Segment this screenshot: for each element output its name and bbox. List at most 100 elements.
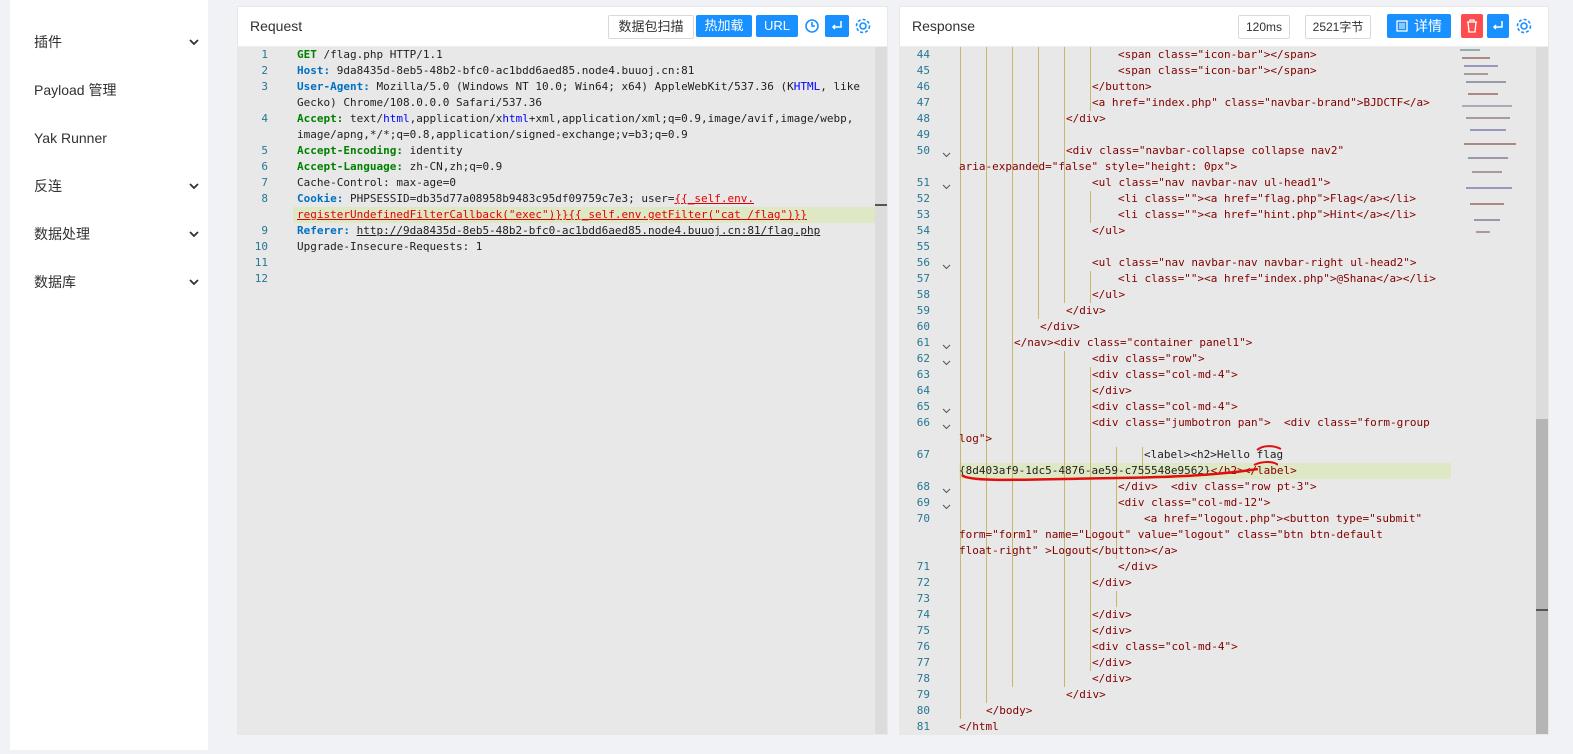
list-icon xyxy=(1396,20,1408,32)
request-line: GET /flag.php HTTP/1.1 xyxy=(297,48,443,61)
code-line: <div class="navbar-collapse collapse nav… xyxy=(1066,144,1345,157)
fold-chevron-icon[interactable] xyxy=(942,422,951,431)
code-line: <ul class="nav navbar-nav navbar-right u… xyxy=(1092,256,1417,269)
code-line: aria-expanded="false" style="height: 0px… xyxy=(959,160,1238,173)
url-button[interactable]: URL xyxy=(756,15,798,37)
request-line: Cookie: PHPSESSID=db35d77a08958b9483c95d… xyxy=(297,192,754,205)
code-line: <div class="row"> xyxy=(1092,352,1205,365)
sidebar-item-data-processing[interactable]: 数据处理 xyxy=(34,222,199,246)
panel-title: Request xyxy=(250,18,303,34)
request-header: Request 数据包扫描 热加载 URL xyxy=(238,7,887,47)
enter-icon xyxy=(1492,21,1503,30)
request-line: Referer: http://9da8435d-8eb5-48b2-bfc0-… xyxy=(297,224,821,237)
request-line: image/apng,*/*;q=0.8,application/signed-… xyxy=(297,128,688,141)
line-number: 5 xyxy=(261,144,268,157)
code-line: </div> xyxy=(1092,624,1132,637)
line-number: 64 xyxy=(916,384,930,397)
history-icon[interactable] xyxy=(801,15,823,37)
ssti-payload: registerUndefinedFilterCallback("exec")}… xyxy=(297,208,807,221)
delete-button[interactable] xyxy=(1461,14,1483,38)
line-number: 63 xyxy=(916,368,930,381)
fold-chevron-icon[interactable] xyxy=(942,406,951,415)
code-line: <span class="icon-bar"></span> xyxy=(1118,48,1317,61)
delete-icon xyxy=(1467,19,1477,33)
line-number: 59 xyxy=(916,304,930,317)
code-line: </nav><div class="container panel1"> xyxy=(1014,336,1253,349)
line-number: 67 xyxy=(916,448,930,461)
sidebar-item-label: 数据库 xyxy=(34,274,76,290)
line-number: 71 xyxy=(916,560,930,573)
code-line: </div> xyxy=(1066,688,1106,701)
line-number: 51 xyxy=(916,176,930,189)
sidebar-item-payload[interactable]: Payload 管理 xyxy=(34,78,199,102)
sidebar-item-reverse[interactable]: 反连 xyxy=(34,174,199,198)
line-number: 61 xyxy=(916,336,930,349)
fold-chevron-icon[interactable] xyxy=(942,358,951,367)
minimap[interactable] xyxy=(1456,47,1534,237)
line-number: 75 xyxy=(916,624,930,637)
fold-chevron-icon[interactable] xyxy=(942,182,951,191)
line-number: 62 xyxy=(916,352,930,365)
request-editor[interactable]: 1 GET /flag.php HTTP/1.1 2 Host: 9da8435… xyxy=(238,47,887,734)
line-number: 50 xyxy=(916,144,930,157)
line-number: 57 xyxy=(916,272,930,285)
line-number: 4 xyxy=(261,112,268,125)
code-line: <div class="jumbotron pan"> <div class="… xyxy=(1092,416,1430,429)
fold-chevron-icon[interactable] xyxy=(942,262,951,271)
line-number: 8 xyxy=(261,192,268,205)
sidebar-item-label: Yak Runner xyxy=(34,130,107,146)
request-line: User-Agent: Mozilla/5.0 (Windows NT 10.0… xyxy=(297,80,860,93)
chevron-down-icon xyxy=(189,183,199,190)
code-line: <div class="col-md-4"> xyxy=(1092,368,1238,381)
code-line: </ul> xyxy=(1092,288,1126,301)
panel-title: Response xyxy=(912,18,976,34)
sidebar-item-label: 插件 xyxy=(34,34,62,50)
sidebar-item-label: 反连 xyxy=(34,178,62,194)
line-number: 47 xyxy=(916,96,930,109)
line-number: 58 xyxy=(916,288,930,301)
code-line: </div> xyxy=(1092,656,1132,669)
line-number: 72 xyxy=(916,576,930,589)
code-line: <span class="icon-bar"></span> xyxy=(1118,64,1317,77)
fold-chevron-icon[interactable] xyxy=(942,502,951,511)
code-line: <div class="col-md-4"> xyxy=(1092,400,1238,413)
code-line: log"> xyxy=(959,432,993,445)
line-number: 12 xyxy=(254,272,268,285)
code-line: </div> xyxy=(1092,608,1132,621)
hot-load-button[interactable]: 热加载 xyxy=(696,15,752,37)
line-number: 11 xyxy=(254,256,268,269)
request-line: Host: 9da8435d-8eb5-48b2-bfc0-ac1bdd6aed… xyxy=(297,64,695,77)
sidebar-item-label: 数据处理 xyxy=(34,226,90,242)
sidebar-item-yak-runner[interactable]: Yak Runner xyxy=(34,126,199,150)
enter-button[interactable] xyxy=(825,15,849,37)
response-panel: Response 120ms 2521字节 详情 44 45 46 47 48 … xyxy=(899,6,1549,735)
settings-icon[interactable] xyxy=(1513,15,1535,37)
code-line: </div> xyxy=(1092,672,1132,685)
response-editor[interactable]: 44 45 46 47 48 49 50 51 52 53 54 55 56 5… xyxy=(900,47,1548,734)
fold-chevron-icon[interactable] xyxy=(942,486,951,495)
fold-chevron-icon[interactable] xyxy=(942,150,951,159)
response-scrollbar-thumb[interactable] xyxy=(1536,419,1548,734)
fold-chevron-icon[interactable] xyxy=(942,342,951,351)
line-number: 46 xyxy=(916,80,930,93)
code-line: </div> xyxy=(1118,560,1158,573)
request-line: Gecko) Chrome/108.0.0.0 Safari/537.36 xyxy=(297,96,543,109)
sidebar-item-database[interactable]: 数据库 xyxy=(34,270,199,294)
line-number: 48 xyxy=(916,112,930,125)
line-number: 66 xyxy=(916,416,930,429)
line-number: 81 xyxy=(916,720,930,733)
chevron-down-icon xyxy=(189,231,199,238)
request-scrollbar[interactable] xyxy=(875,47,887,734)
code-line: </div> xyxy=(1066,112,1106,125)
sidebar-item-plugins[interactable]: 插件 xyxy=(34,30,199,54)
enter-button[interactable] xyxy=(1487,14,1509,38)
code-line: <li class=""><a href="index.php">@Shana<… xyxy=(1118,272,1436,285)
request-line: Cache-Control: max-age=0 xyxy=(297,176,456,189)
line-number: 9 xyxy=(261,224,268,237)
request-line: Accept: text/html,application/xhtml+xml,… xyxy=(297,112,854,125)
sidebar: 插件 Payload 管理 Yak Runner 反连 数据处理 数据库 xyxy=(10,0,208,305)
line-number: 7 xyxy=(261,176,268,189)
settings-icon[interactable] xyxy=(852,15,874,37)
scan-button[interactable]: 数据包扫描 xyxy=(608,15,694,39)
details-button[interactable]: 详情 xyxy=(1387,14,1451,38)
